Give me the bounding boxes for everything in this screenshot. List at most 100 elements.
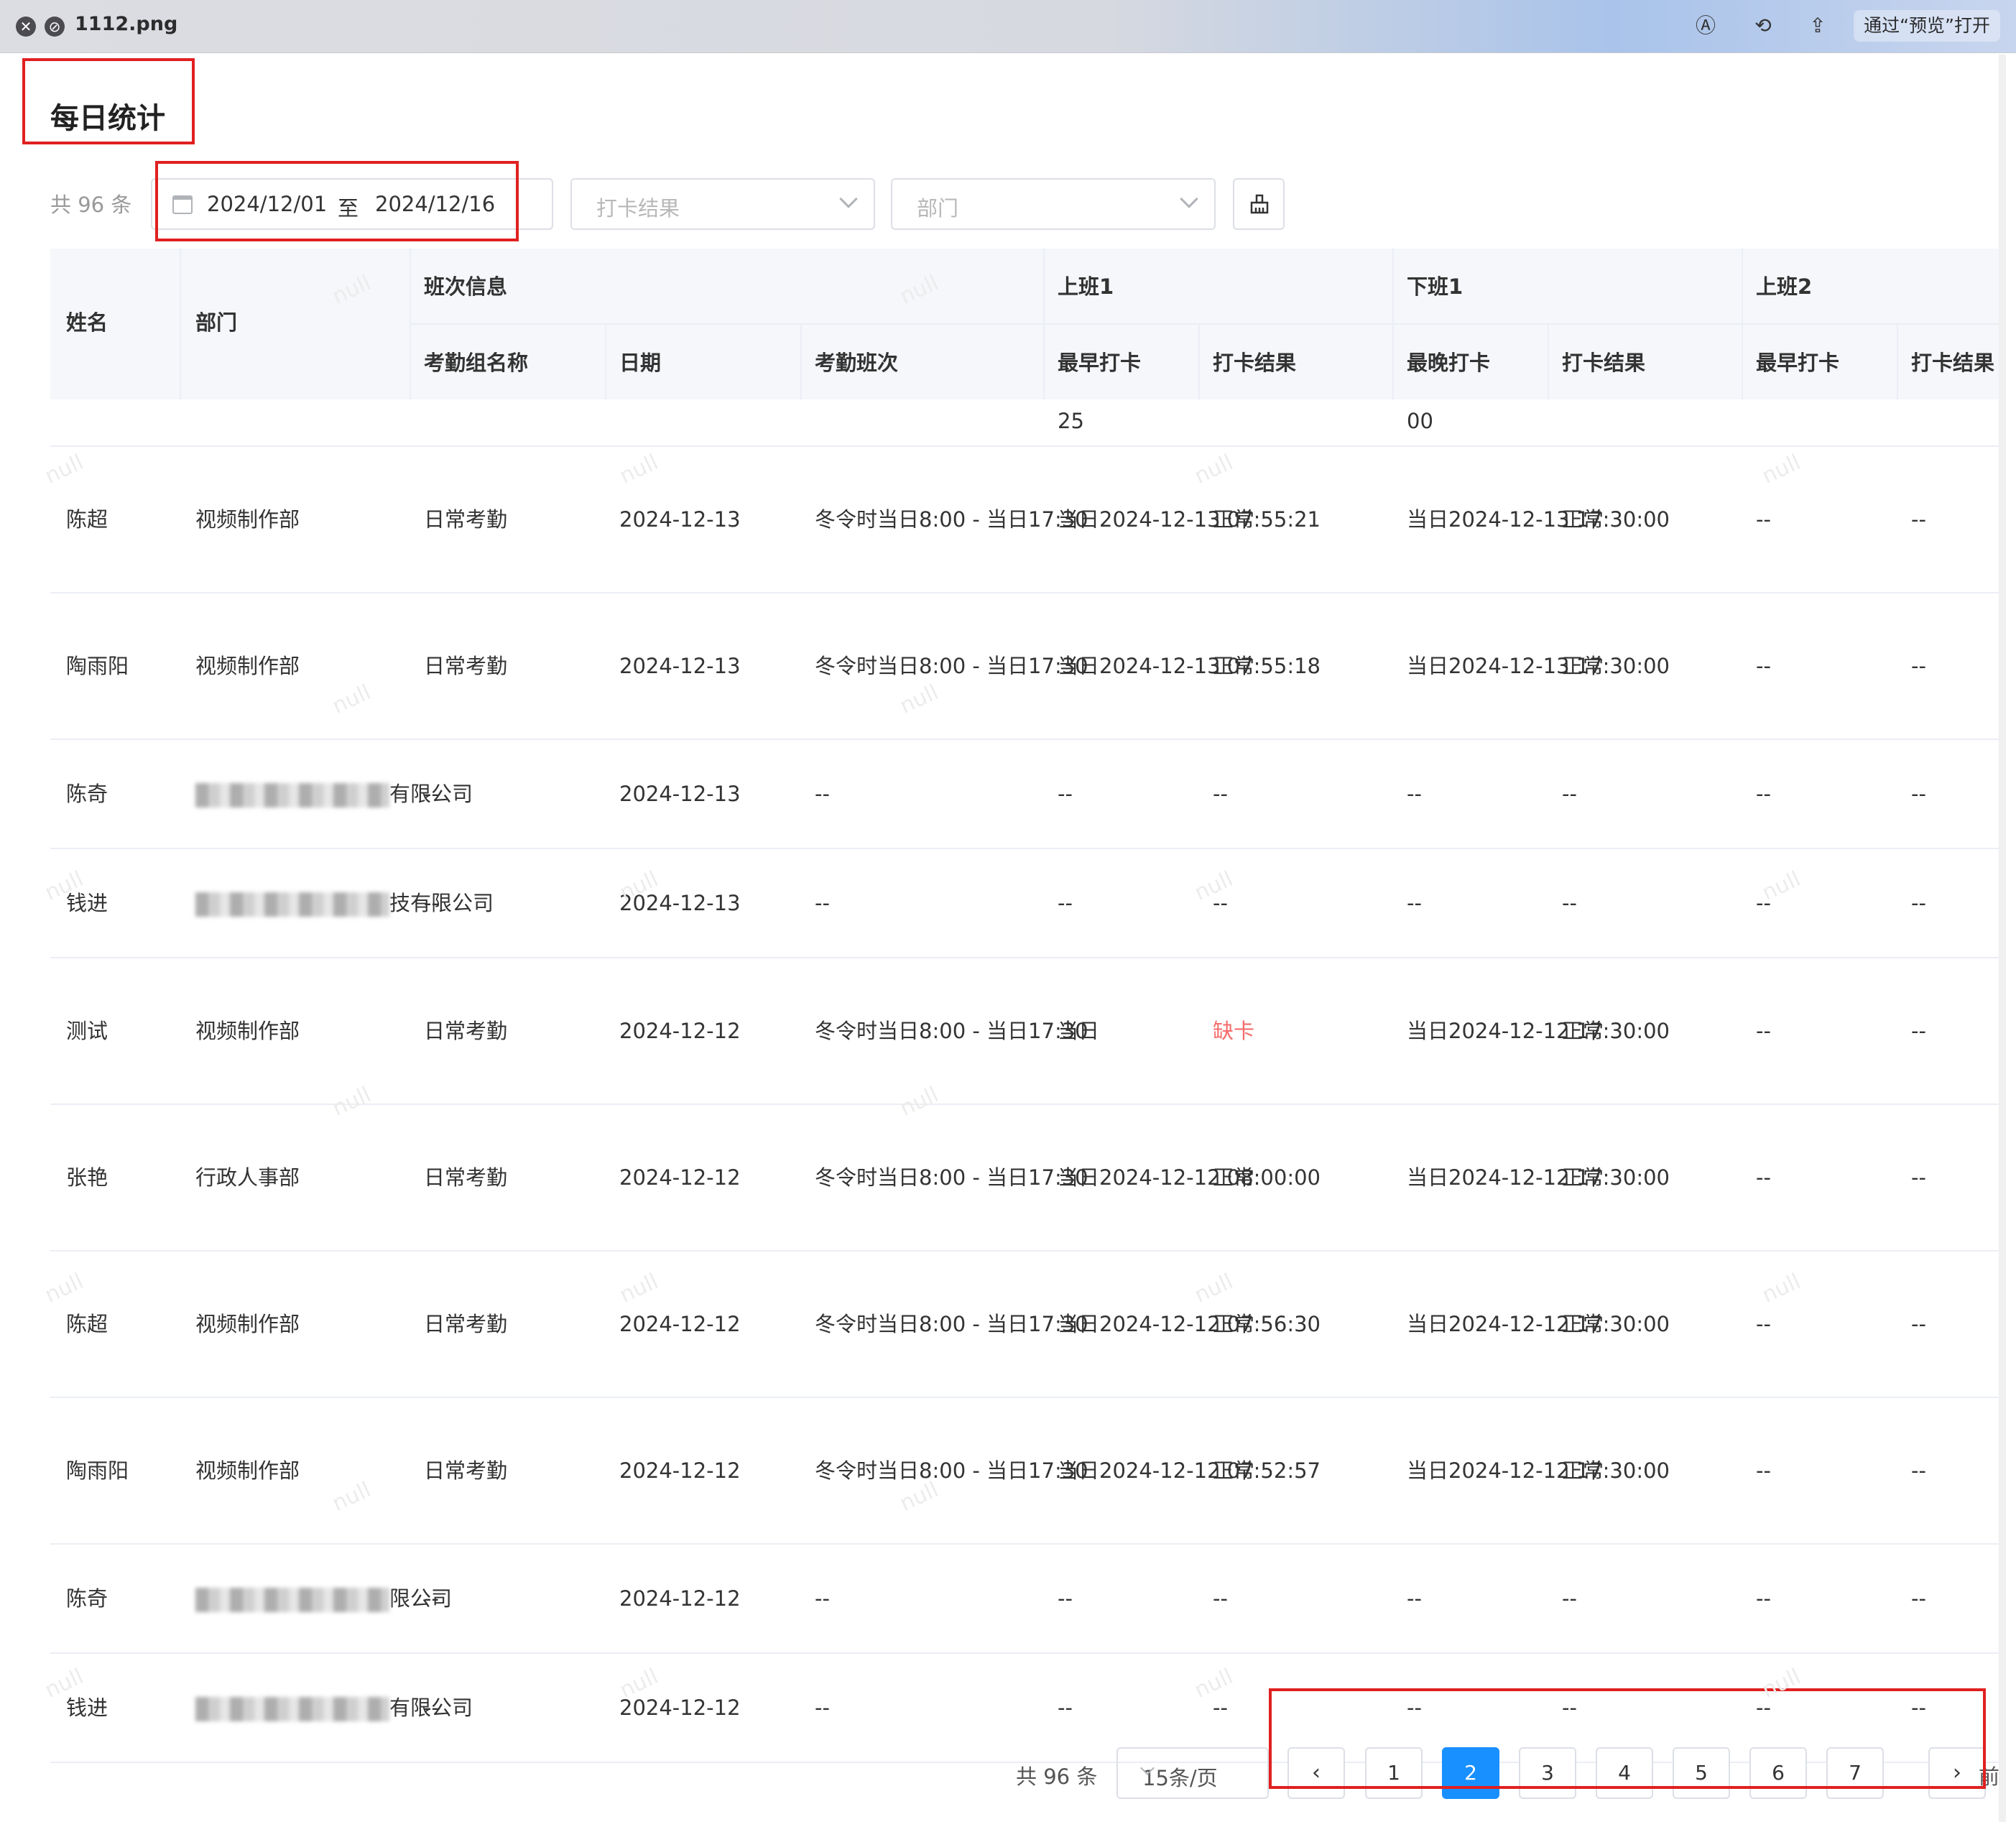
prev-page-button[interactable]: ‹: [1287, 1747, 1345, 1799]
close-icon[interactable]: ✕: [16, 17, 36, 37]
header-divider: [800, 325, 802, 399]
cell-date: 2024-12-12: [619, 958, 741, 1104]
cell-on1-earliest: 当日2024-12-12 08:00:00: [1058, 1105, 1321, 1250]
table-header: 姓名 部门 班次信息 上班1 下班1 上班2 考勤组名称 日期 考勤班次 最早打…: [50, 249, 2006, 399]
share-icon[interactable]: ⇪: [1805, 13, 1831, 39]
header-off1-result[interactable]: 打卡结果: [1562, 346, 1645, 376]
page-button-1[interactable]: 1: [1365, 1747, 1423, 1799]
cell-name: 张艳: [66, 1105, 108, 1250]
chevron-down-icon: [1180, 190, 1198, 208]
date-end[interactable]: 2024/12/16: [375, 192, 495, 216]
cell-on2-earliest-line: --: [1756, 1586, 1771, 1611]
cell-name-line: 张艳: [66, 1165, 108, 1190]
cell-off1-latest: 当日2024-12-12 17:30:00: [1407, 1398, 1670, 1543]
cell-on1-result-line: 正常: [1213, 1312, 1255, 1336]
open-with-preview-button[interactable]: 通过“预览”打开: [1854, 10, 2000, 42]
cell-on2-result: --: [1911, 1105, 1926, 1250]
punch-result-placeholder: 打卡结果: [596, 196, 680, 221]
cell-group: 日常考勤: [424, 1398, 507, 1543]
cell-date: 2024-12-13: [619, 849, 741, 957]
header-group-name[interactable]: 考勤组名称: [424, 346, 528, 376]
cell-on1-earliest-line: 当日2024-1: [1058, 1165, 1173, 1190]
cell-group-line: --: [424, 782, 439, 806]
header-on1-result[interactable]: 打卡结果: [1213, 346, 1296, 376]
cell-off1-result: --: [1562, 1654, 1577, 1762]
header-off1-latest[interactable]: 最晚打卡: [1407, 346, 1490, 376]
page-button-5[interactable]: 5: [1673, 1747, 1730, 1799]
cell-on1-result-line: --: [1213, 782, 1228, 806]
cell-off1-result: 正常: [1562, 958, 1604, 1104]
markup-icon[interactable]: Ⓐ: [1693, 13, 1719, 39]
cell-on2-earliest-line: --: [1756, 782, 1771, 806]
total-count: 共 96 条: [50, 193, 132, 217]
cell-on1-result-line: --: [1213, 1586, 1228, 1611]
next-page-button[interactable]: ›: [1928, 1747, 1986, 1799]
cell-shift: 冬令时当日8:00 - 当日17:30: [815, 1398, 1088, 1543]
cell-on2-result-line: --: [1911, 891, 1926, 915]
page-button-2[interactable]: 2: [1442, 1747, 1499, 1799]
header-group-on1: 上班1: [1058, 274, 1114, 299]
cell-on2-result: --: [1911, 958, 1926, 1104]
rotate-icon[interactable]: ⟲: [1750, 13, 1776, 39]
date-range-picker[interactable]: 2024/12/01 至 2024/12/16: [151, 178, 553, 230]
cell-off1-latest-line: --: [1407, 782, 1422, 806]
cell-on1-earliest-line: 18: [1294, 654, 1321, 678]
cell-off1-latest: --: [1407, 1545, 1422, 1652]
header-shift[interactable]: 考勤班次: [815, 346, 898, 376]
page-button-6[interactable]: 6: [1749, 1747, 1807, 1799]
header-dept[interactable]: 部门: [195, 306, 237, 336]
cell-on1-result: 正常: [1213, 1105, 1254, 1250]
cell-name: 测试: [66, 958, 108, 1104]
cell-off1-latest: 当日2024-12-13 17:30:00: [1407, 447, 1670, 592]
cell-date: 2024-12-13: [619, 593, 741, 739]
cell-on2-result: --: [1911, 740, 1926, 848]
cell-name-line: 陈超: [66, 1312, 108, 1336]
cell-off1-result-line: 正常: [1562, 507, 1604, 532]
broom-icon: [1250, 194, 1269, 214]
cell-on2-result: --: [1911, 1545, 1926, 1652]
cell-off1-latest-line: 当日2024-1: [1407, 654, 1522, 678]
clear-filter-button[interactable]: [1233, 178, 1285, 230]
header-on2-result[interactable]: 打卡结果: [1911, 346, 1994, 376]
department-select[interactable]: 部门: [891, 178, 1216, 230]
page-button-4[interactable]: 4: [1596, 1747, 1653, 1799]
cell-on2-earliest: --: [1756, 958, 1771, 1104]
cell-on1-earliest: 当日2024-12-12 07:56:30: [1058, 1252, 1321, 1397]
cell-on1-earliest-line: --: [1058, 1695, 1073, 1720]
cell-date-line: 2024-12-12: [619, 1695, 741, 1720]
table-body: 25 00 陈超 视频制作部 日常考勤 2024-12-13 冬令时当日8:00 - 当…: [50, 399, 2006, 1800]
cell-name: 陶雨阳: [66, 1398, 129, 1543]
page-size-select[interactable]: 15条/页: [1116, 1747, 1269, 1799]
cell-dept-line: 限公司: [410, 1695, 473, 1720]
page-button-3[interactable]: 3: [1519, 1747, 1576, 1799]
cell-date-line: 2024-12-13: [619, 507, 741, 532]
table-row-partial: 25 00: [50, 399, 2006, 447]
cell-off1-result-line: --: [1562, 891, 1577, 915]
cell-group-line: --: [424, 1695, 439, 1720]
cell-off1-result: 正常: [1562, 593, 1604, 739]
cell-dept-line: 视频制作部: [195, 1312, 300, 1336]
cell-group: --: [424, 1654, 439, 1762]
cell-on1-tail: 25: [1058, 409, 1084, 433]
cell-on1-earliest-line: --: [1058, 782, 1073, 806]
cell-name-line: 钱进: [66, 891, 108, 915]
cell-on1-result-line: 正常: [1213, 507, 1255, 532]
header-on2-earliest[interactable]: 最早打卡: [1756, 346, 1839, 376]
info-icon[interactable]: ⊘: [45, 17, 65, 37]
cell-dept-line: 视频制作部: [195, 1458, 300, 1483]
cell-name: 陶雨阳: [66, 593, 129, 739]
vertical-scrollbar[interactable]: [1999, 55, 2006, 1822]
cell-group: --: [424, 849, 439, 957]
redacted-text: [195, 1588, 389, 1612]
cell-dept: 行政人事部: [195, 1105, 300, 1250]
cell-on1-result: 正常: [1213, 1252, 1254, 1397]
header-name[interactable]: 姓名: [66, 306, 108, 336]
page-button-7[interactable]: 7: [1826, 1747, 1884, 1799]
redacted-text: [195, 783, 389, 808]
cell-shift-line: 冬令时: [815, 1458, 878, 1483]
date-start[interactable]: 2024/12/01: [207, 192, 327, 216]
header-on1-earliest[interactable]: 最早打卡: [1058, 346, 1141, 376]
cell-shift: --: [815, 849, 830, 957]
header-date[interactable]: 日期: [619, 346, 661, 376]
punch-result-select[interactable]: 打卡结果: [570, 178, 875, 230]
